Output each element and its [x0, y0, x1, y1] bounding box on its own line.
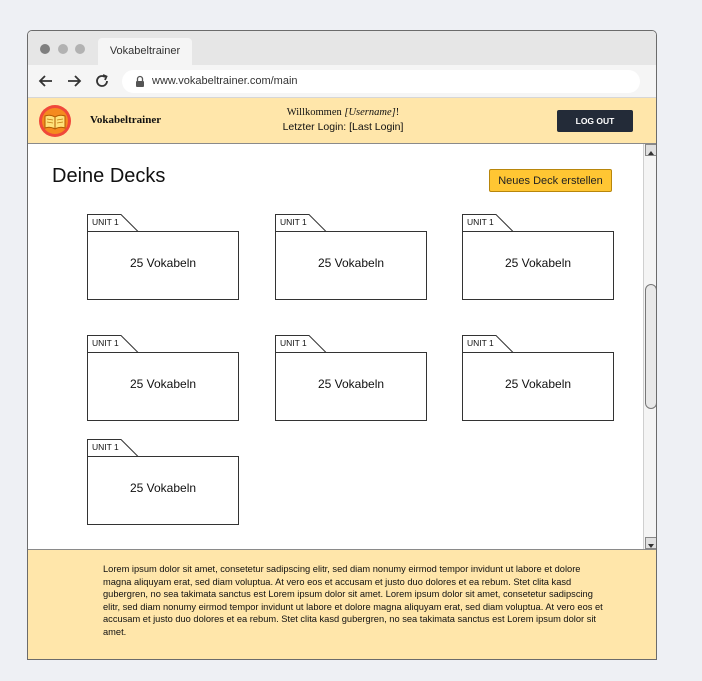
address-field[interactable]: www.vokabeltrainer.com/main [122, 70, 640, 93]
vertical-scrollbar[interactable] [643, 144, 656, 549]
deck-unit-label: UNIT 1 [467, 217, 494, 227]
deck-unit-label: UNIT 1 [92, 338, 119, 348]
welcome-message: Willkommen [Username]! Letzter Login: [L… [228, 105, 458, 135]
browser-tab[interactable]: Vokabeltrainer [98, 38, 192, 65]
lock-icon [134, 75, 146, 88]
url-text: www.vokabeltrainer.com/main [152, 75, 298, 87]
window-close-dot[interactable] [40, 44, 50, 54]
deck-vocab-count: 25 Vokabeln [129, 377, 197, 391]
footer-text: Lorem ipsum dolor sit amet, consetetur s… [103, 564, 603, 637]
reload-icon[interactable] [92, 70, 112, 92]
logout-button[interactable]: LOG OUT [557, 110, 633, 132]
deck-vocab-count: 25 Vokabeln [129, 256, 197, 270]
main-content: Deine Decks Neues Deck erstellen UNIT 1 … [28, 144, 643, 549]
deck-card[interactable]: UNIT 1 25 Vokabeln [87, 214, 239, 300]
scroll-down-icon[interactable] [645, 537, 656, 549]
forward-arrow-icon[interactable] [64, 70, 84, 92]
deck-card[interactable]: UNIT 1 25 Vokabeln [87, 335, 239, 421]
deck-vocab-count: 25 Vokabeln [317, 256, 385, 270]
welcome-prefix: Willkommen [286, 107, 345, 118]
deck-unit-label: UNIT 1 [280, 338, 307, 348]
scroll-up-icon[interactable] [645, 144, 656, 156]
url-bar: www.vokabeltrainer.com/main [28, 65, 656, 98]
deck-vocab-count: 25 Vokabeln [504, 377, 572, 391]
deck-unit-label: UNIT 1 [92, 442, 119, 452]
deck-vocab-count: 25 Vokabeln [504, 256, 572, 270]
window-minimize-dot[interactable] [58, 44, 68, 54]
last-login: Letzter Login: [Last Login] [282, 121, 404, 133]
deck-unit-label: UNIT 1 [280, 217, 307, 227]
brand-name: Vokabeltrainer [90, 114, 162, 126]
page-title: Deine Decks [52, 165, 166, 187]
app-header: Vokabeltrainer Willkommen [Username]! Le… [28, 98, 656, 144]
deck-vocab-count: 25 Vokabeln [317, 377, 385, 391]
welcome-suffix: ! [395, 107, 400, 118]
back-arrow-icon[interactable] [36, 70, 56, 92]
username: [Username] [344, 107, 396, 118]
deck-card[interactable]: UNIT 1 25 Vokabeln [462, 214, 614, 300]
title-bar: Vokabeltrainer [28, 31, 656, 65]
scrollbar-thumb[interactable] [645, 284, 656, 409]
deck-vocab-count: 25 Vokabeln [129, 481, 197, 495]
deck-card[interactable]: UNIT 1 25 Vokabeln [87, 439, 239, 525]
deck-unit-label: UNIT 1 [467, 338, 494, 348]
book-logo-icon[interactable] [38, 104, 72, 138]
deck-card[interactable]: UNIT 1 25 Vokabeln [275, 214, 427, 300]
deck-card[interactable]: UNIT 1 25 Vokabeln [462, 335, 614, 421]
browser-window: Vokabeltrainer www.vokabeltrainer.com/ma… [27, 30, 657, 660]
page-footer: Lorem ipsum dolor sit amet, consetetur s… [28, 549, 656, 659]
deck-card[interactable]: UNIT 1 25 Vokabeln [275, 335, 427, 421]
window-maximize-dot[interactable] [75, 44, 85, 54]
new-deck-button[interactable]: Neues Deck erstellen [489, 169, 612, 192]
deck-unit-label: UNIT 1 [92, 217, 119, 227]
